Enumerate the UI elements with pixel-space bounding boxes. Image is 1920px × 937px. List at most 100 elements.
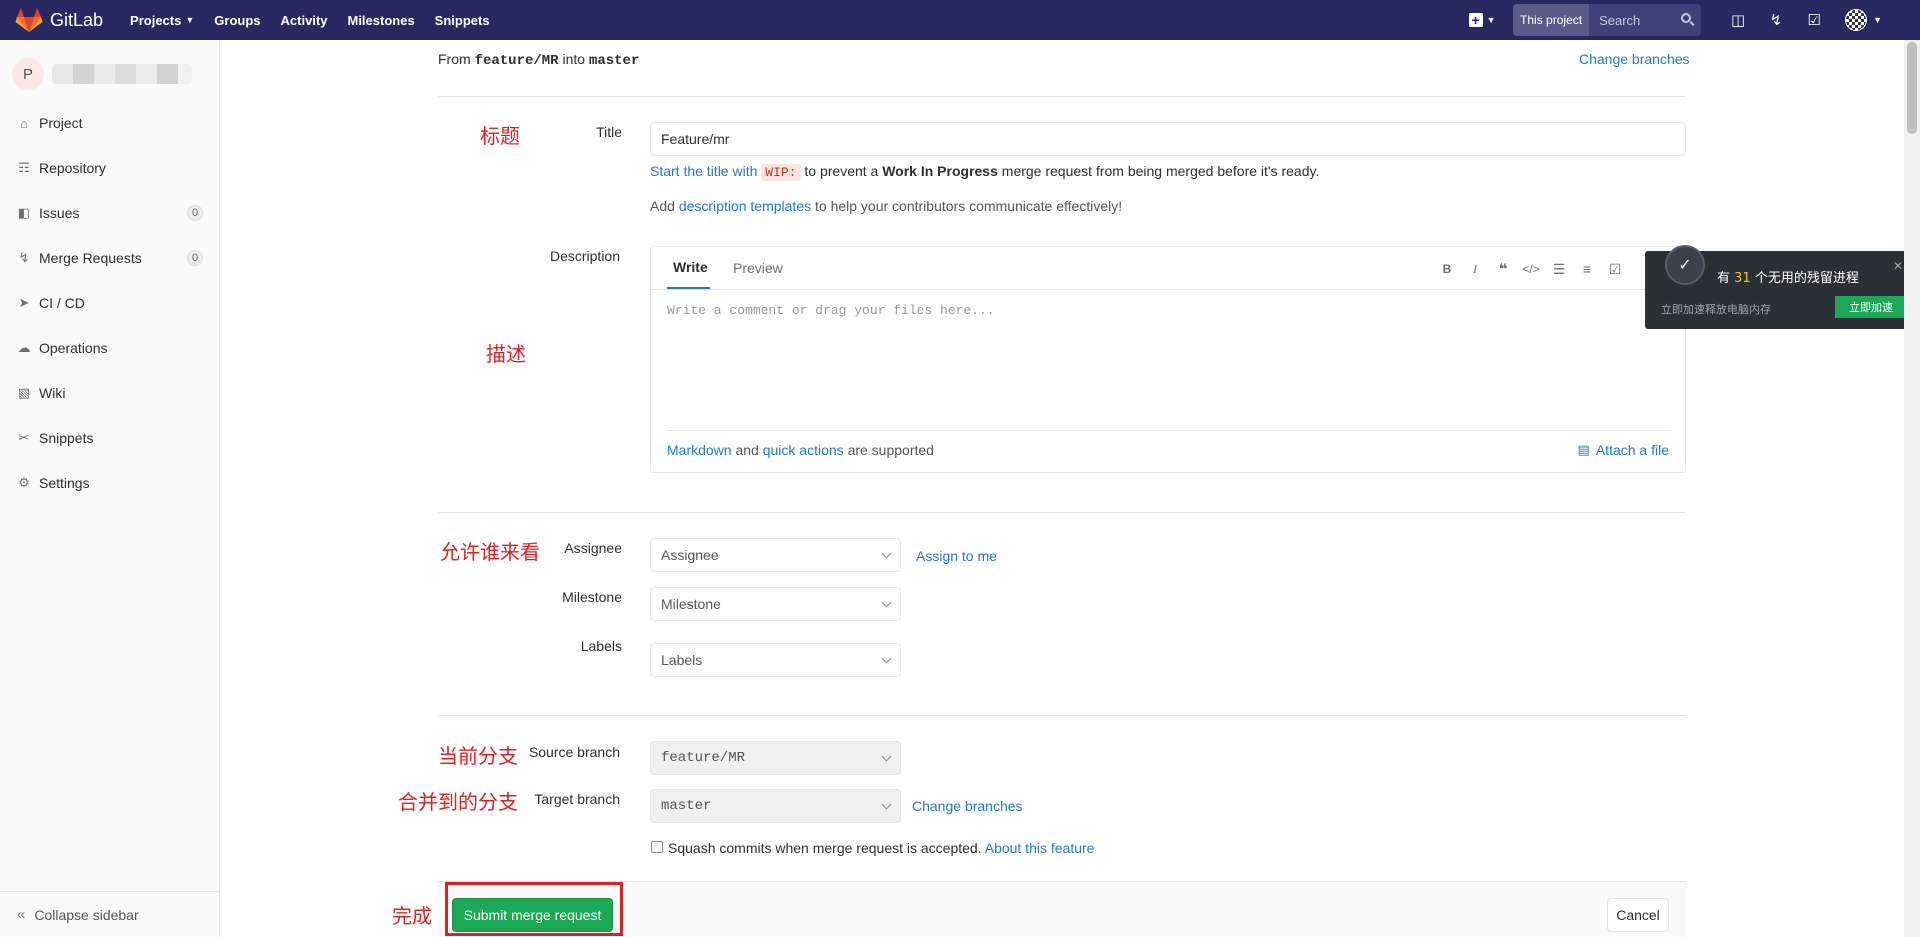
assign-to-me-link[interactable]: Assign to me (916, 548, 997, 564)
description-templates-link[interactable]: description templates (679, 198, 811, 214)
wip-hint-mid: to prevent a (804, 163, 879, 179)
sidebar-item-repository[interactable]: ☶ Repository (0, 153, 219, 183)
merge-requests-nav-icon[interactable]: ↯ (1757, 0, 1795, 40)
project-name-blurred (52, 64, 192, 84)
change-branches-bottom-link[interactable]: Change branches (912, 798, 1023, 814)
wip-hint-end: merge request from being merged before i… (1001, 163, 1320, 179)
cancel-button[interactable]: Cancel (1607, 898, 1669, 932)
annotation-description-cn: 描述 (486, 342, 526, 366)
sidebar-item-label: Project (39, 115, 83, 131)
image-icon: ▤ (1577, 442, 1590, 457)
annotation-done-cn: 完成 (392, 904, 432, 928)
quote-icon[interactable]: ❝ (1489, 259, 1517, 279)
sidebar-item-snippets[interactable]: ✂ Snippets (0, 423, 219, 453)
bold-icon[interactable]: B (1433, 259, 1461, 279)
change-branches-link[interactable]: Change branches (1579, 51, 1690, 67)
quick-actions-link[interactable]: quick actions (763, 442, 844, 458)
sidebar-project-header[interactable]: P (0, 40, 219, 96)
task-list-icon[interactable]: ☑ (1601, 259, 1629, 279)
nav-activity[interactable]: Activity (281, 13, 328, 28)
source-branch-select[interactable]: feature/MR (650, 741, 901, 775)
description-textarea[interactable]: Write a comment or drag your files here.… (667, 303, 995, 318)
target-branch-value: master (661, 798, 712, 814)
code-icon[interactable]: </> (1517, 259, 1545, 279)
divider (438, 715, 1686, 716)
divider (438, 96, 1686, 97)
chevron-down-icon[interactable]: ▼ (1873, 15, 1882, 25)
project-avatar: P (12, 58, 44, 90)
popup-count: 31 (1734, 271, 1751, 286)
double-chevron-left-icon: « (17, 906, 26, 923)
search-input[interactable]: Search (1589, 4, 1702, 36)
chevron-down-icon: ▼ (1486, 15, 1496, 25)
milestone-label: Milestone (562, 589, 622, 605)
from-prefix: From (438, 51, 471, 67)
bullet-list-icon[interactable]: ☰ (1545, 259, 1573, 279)
popup-subtitle: 立即加速释放电脑内存 (1661, 303, 1771, 316)
annotation-source-cn: 当前分支 (438, 744, 518, 768)
numbered-list-icon[interactable]: ≡ (1573, 259, 1601, 279)
textarea-footer-divider (667, 430, 1671, 431)
templates-hint: Add description templates to help your c… (650, 198, 1122, 214)
nav-links: Projects ▼ Groups Activity Milestones Sni… (130, 13, 510, 28)
nav-snippets[interactable]: Snippets (435, 13, 490, 28)
from-target-branch: master (588, 53, 640, 69)
squash-label[interactable]: Squash commits when merge request is acc… (668, 840, 982, 856)
collapse-sidebar-label: Collapse sidebar (34, 906, 139, 923)
squash-checkbox[interactable] (651, 841, 663, 853)
nav-milestones[interactable]: Milestones (347, 13, 414, 28)
page-scrollbar[interactable] (1904, 40, 1920, 937)
todos-nav-icon[interactable]: ☑ (1795, 0, 1833, 40)
gear-icon: ⚙ (18, 475, 30, 490)
labels-select[interactable]: Labels (650, 643, 901, 677)
target-branch-select[interactable]: master (650, 789, 901, 823)
sidebar-item-issues[interactable]: ◧ Issues 0 (0, 198, 219, 228)
wip-hint-link[interactable]: Start the title with (650, 163, 757, 179)
sidebar-item-settings[interactable]: ⚙ Settings (0, 468, 219, 498)
wip-hint-bold: Work In Progress (882, 163, 998, 179)
sidebar-item-ci-cd[interactable]: ➤ CI / CD (0, 288, 219, 318)
nav-projects[interactable]: Projects ▼ (130, 13, 194, 28)
from-source-branch: feature/MR (474, 53, 559, 69)
description-editor: Write Preview B I ❝ </> ☰ ≡ ☑ Write a co… (650, 246, 1686, 473)
divider (438, 512, 1686, 513)
sidebar-item-operations[interactable]: ☁ Operations (0, 333, 219, 363)
close-icon[interactable]: ✕ (1893, 259, 1903, 273)
tabs-divider (651, 289, 1685, 290)
italic-icon[interactable]: I (1461, 259, 1489, 279)
attach-file-button[interactable]: ▤ Attach a file (1578, 442, 1669, 458)
milestone-select[interactable]: Milestone (650, 587, 901, 621)
search-form: This project Search (1513, 4, 1702, 36)
target-branch-label: Target branch (534, 791, 620, 807)
squash-row: Squash commits when merge request is acc… (668, 840, 1094, 856)
nav-groups[interactable]: Groups (214, 13, 260, 28)
markdown-link[interactable]: Markdown (667, 442, 732, 458)
search-scope[interactable]: This project (1513, 4, 1590, 36)
sidebar-item-wiki[interactable]: ▧ Wiki (0, 378, 219, 408)
tab-preview[interactable]: Preview (733, 247, 783, 289)
collapse-sidebar-button[interactable]: « Collapse sidebar (0, 891, 219, 937)
scrollbar-thumb[interactable] (1907, 42, 1917, 134)
brand-name: GitLab (50, 9, 104, 30)
source-branch-label: Source branch (528, 744, 620, 760)
tab-write[interactable]: Write (667, 247, 710, 289)
assignee-select[interactable]: Assignee (650, 538, 901, 572)
about-squash-link[interactable]: About this feature (985, 840, 1095, 856)
sidebar-toggle-icon[interactable]: ◫ (1719, 0, 1757, 40)
attach-file-label: Attach a file (1595, 442, 1669, 458)
gitlab-home-link[interactable]: GitLab (15, 0, 103, 40)
sidebar-item-project[interactable]: ⌂ Project (0, 108, 219, 138)
user-avatar[interactable] (1845, 9, 1868, 31)
new-dropdown-button[interactable]: + ▼ (1463, 6, 1501, 34)
title-input[interactable]: Feature/mr (650, 122, 1686, 156)
submit-merge-request-button[interactable]: Submit merge request (452, 898, 613, 932)
popup-accelerate-button[interactable]: 立即加速 (1835, 296, 1907, 318)
nav-right: + ▼ This project Search ◫ ↯ ☑ ▼ (1463, 0, 1920, 40)
wiki-book-icon: ▧ (17, 385, 31, 400)
sidebar-item-label: Settings (39, 475, 90, 491)
sidebar-item-merge-requests[interactable]: ↯ Merge Requests 0 (0, 243, 219, 273)
merge-request-icon: ↯ (18, 250, 30, 265)
nav-projects-label: Projects (130, 12, 182, 28)
title-input-value: Feature/mr (661, 131, 730, 147)
form-actions-bar (438, 881, 1686, 937)
